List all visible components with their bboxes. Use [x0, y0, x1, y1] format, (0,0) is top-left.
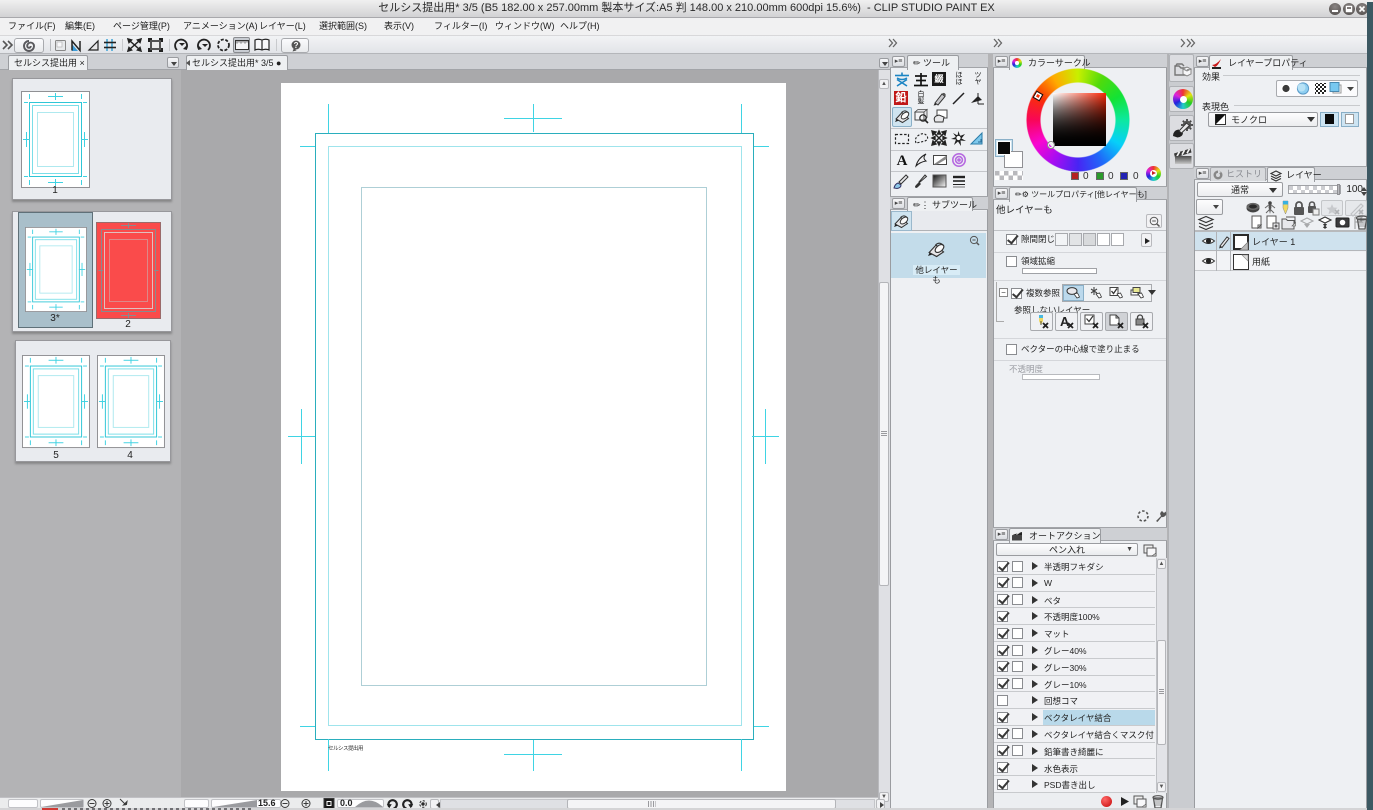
svg-text:?: ?: [294, 41, 299, 50]
